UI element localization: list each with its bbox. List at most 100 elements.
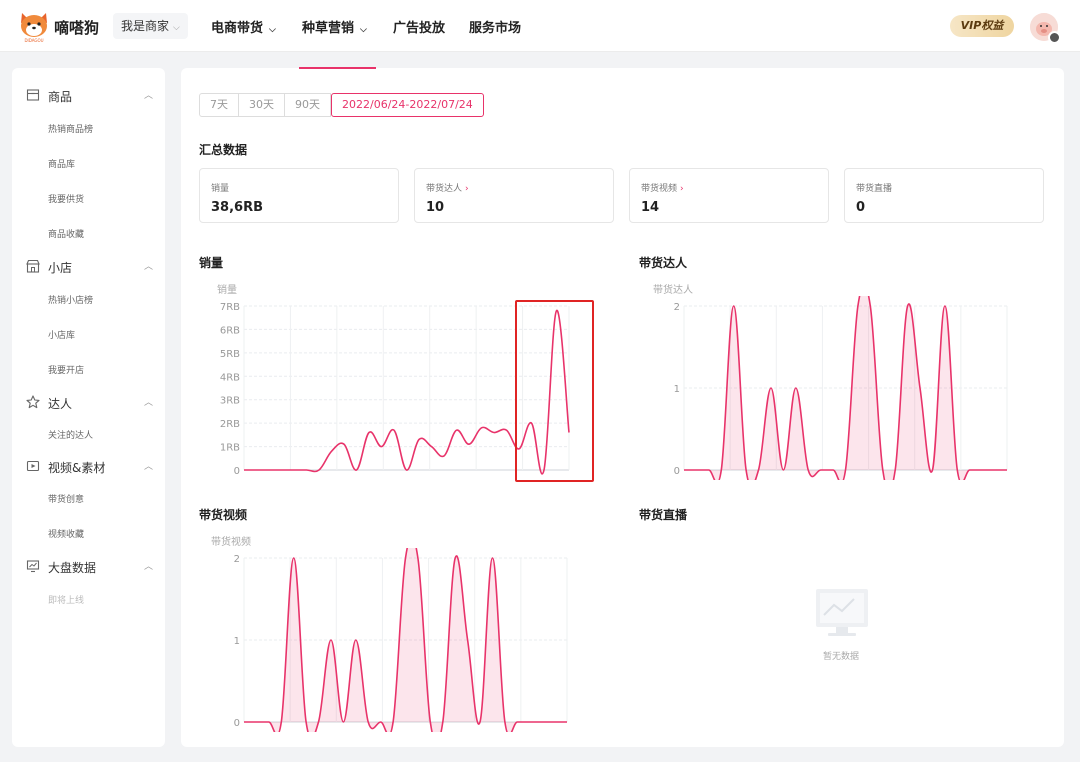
sidebar-group-label: 大盘数据 [48,561,97,575]
sidebar-item-video-favorites[interactable]: 视频收藏 [48,527,84,540]
card-value: 0 [856,200,866,215]
y-tick-label: 1RB [220,443,240,454]
box-icon [26,89,40,101]
range-90-days-button[interactable]: 90天 [285,93,331,117]
range-7-days-button[interactable]: 7天 [199,93,239,117]
chevron-down-icon: ⌵ [360,25,367,35]
sidebar-group-market-data[interactable]: 大盘数据 ︿ [12,552,165,582]
chart-title-sales: 销量 [199,256,224,270]
y-tick-label: 6RB [220,325,240,336]
sidebar: 商品 ︿ 热销商品榜 商品库 我要供货 商品收藏 小店 ︿ 热销小店榜 小店库 … [12,68,165,747]
nav-label: 种草营销 [302,21,355,36]
card-label-text: 带货达人 [426,184,463,194]
top-navigation-bar: DIDAGOU 嘀嗒狗 我是商家 ⌵ 电商带货 ⌵ 种草营销 ⌵ 广告投放 服务市场 … [0,0,1080,52]
sidebar-group-label: 视频&素材 [48,461,106,475]
sidebar-group-products[interactable]: 商品 ︿ [12,81,165,111]
sidebar-item-hot-products[interactable]: 热销商品榜 [48,122,93,135]
nav-label: 广告投放 [393,21,446,36]
y-axis-title: 带货视频 [211,537,251,548]
chevron-right-icon: › [465,184,469,194]
monitor-icon [26,560,40,573]
chevron-up-icon: ︿ [143,562,153,572]
logo-text: 嘀嗒狗 [54,19,100,37]
nav-service-market[interactable]: 服务市场 [469,17,521,36]
sidebar-group-stores[interactable]: 小店 ︿ [12,252,165,282]
y-axis-title: 销量 [217,285,237,296]
store-icon [26,259,40,273]
range-30-days-button[interactable]: 30天 [239,93,285,117]
avatar-badge [1048,31,1061,44]
y-tick-label: 0 [234,466,240,477]
active-tab-indicator [299,67,376,69]
sidebar-item-supply[interactable]: 我要供货 [48,192,84,205]
role-label: 我是商家 [121,19,170,33]
card-value: 38,6RB [211,200,263,215]
nav-seeding[interactable]: 种草营销 ⌵ [302,17,367,36]
nav-ads[interactable]: 广告投放 [393,17,445,36]
sidebar-item-followed-influencers[interactable]: 关注的达人 [48,428,93,441]
y-tick-label: 0 [234,718,240,729]
custom-date-range-button[interactable]: 2022/06/24-2022/07/24 [331,93,484,117]
nav-ecommerce[interactable]: 电商带货 ⌵ [211,17,276,36]
sidebar-item-product-library[interactable]: 商品库 [48,157,75,170]
chart-title-influencers: 带货达人 [639,256,688,270]
sidebar-item-coming-soon: 即将上线 [48,596,85,606]
sidebar-group-influencers[interactable]: 达人 ︿ [12,388,165,418]
chart-title-livestreams: 带货直播 [639,508,688,522]
sidebar-item-store-library[interactable]: 小店库 [48,328,75,341]
card-label-text: 销量 [211,184,230,194]
videos-chart: 0 1 2 [234,548,568,732]
sidebar-group-label: 小店 [48,261,73,275]
y-tick-label: 2 [234,554,240,565]
sidebar-item-creatives[interactable]: 带货创意 [48,492,84,505]
sidebar-item-product-favorites[interactable]: 商品收藏 [48,227,84,240]
date-range-selector: 7天 30天 90天 2022/06/24-2022/07/24 [199,93,484,117]
nav-label: 电商带货 [211,21,264,36]
card-label-text: 带货视频 [641,184,678,194]
y-tick-label: 4RB [220,372,240,383]
chevron-up-icon: ︿ [143,262,153,272]
avatar[interactable] [1030,13,1061,44]
y-tick-label: 1 [234,636,240,647]
card-label: 带货直播 [856,181,892,194]
role-selector[interactable]: 我是商家 ⌵ [113,13,188,39]
chevron-up-icon: ︿ [143,398,153,408]
sidebar-item-open-store[interactable]: 我要开店 [48,363,84,376]
empty-state: 暂无数据 [806,585,876,665]
y-tick-label: 1 [674,384,680,395]
card-value: 10 [426,200,445,215]
y-tick-label: 3RB [220,396,240,407]
y-tick-label: 2RB [220,419,240,430]
series-area [244,548,567,732]
card-label: 带货视频 › [641,181,684,194]
sidebar-group-label: 达人 [48,397,73,411]
influencers-chart: 0 1 2 [674,296,1008,480]
star-icon [26,395,40,409]
sidebar-group-label: 商品 [48,90,73,104]
y-tick-label: 2 [674,302,680,313]
nav-label: 服务市场 [469,21,522,36]
video-icon [26,460,40,472]
chevron-up-icon: ︿ [143,462,153,472]
chart-title-videos: 带货视频 [199,508,248,522]
summary-card-sales: 销量 38,6RB [199,168,399,223]
chevron-right-icon: › [680,184,684,194]
sidebar-group-videos[interactable]: 视频&素材 ︿ [12,452,165,482]
y-tick-label: 7RB [220,302,240,313]
dog-logo-icon[interactable]: DIDAGOU [18,9,50,43]
logo-subtext: DIDAGOU [24,38,43,43]
card-label-text: 带货直播 [856,184,893,194]
card-label: 销量 [211,181,229,194]
y-tick-label: 5RB [220,349,240,360]
vip-button[interactable]: VIP权益 [950,15,1014,37]
chevron-up-icon: ︿ [143,91,153,101]
chevron-down-icon: ⌵ [173,23,180,33]
summary-card-videos[interactable]: 带货视频 › 14 [629,168,829,223]
y-tick-label: 0 [674,466,680,477]
summary-card-influencers[interactable]: 带货达人 › 10 [414,168,614,223]
summary-title: 汇总数据 [199,143,248,157]
sidebar-item-hot-stores[interactable]: 热销小店榜 [48,293,93,306]
y-axis-title: 带货达人 [653,285,693,296]
chevron-down-icon: ⌵ [269,25,276,35]
highlight-box [515,300,594,482]
